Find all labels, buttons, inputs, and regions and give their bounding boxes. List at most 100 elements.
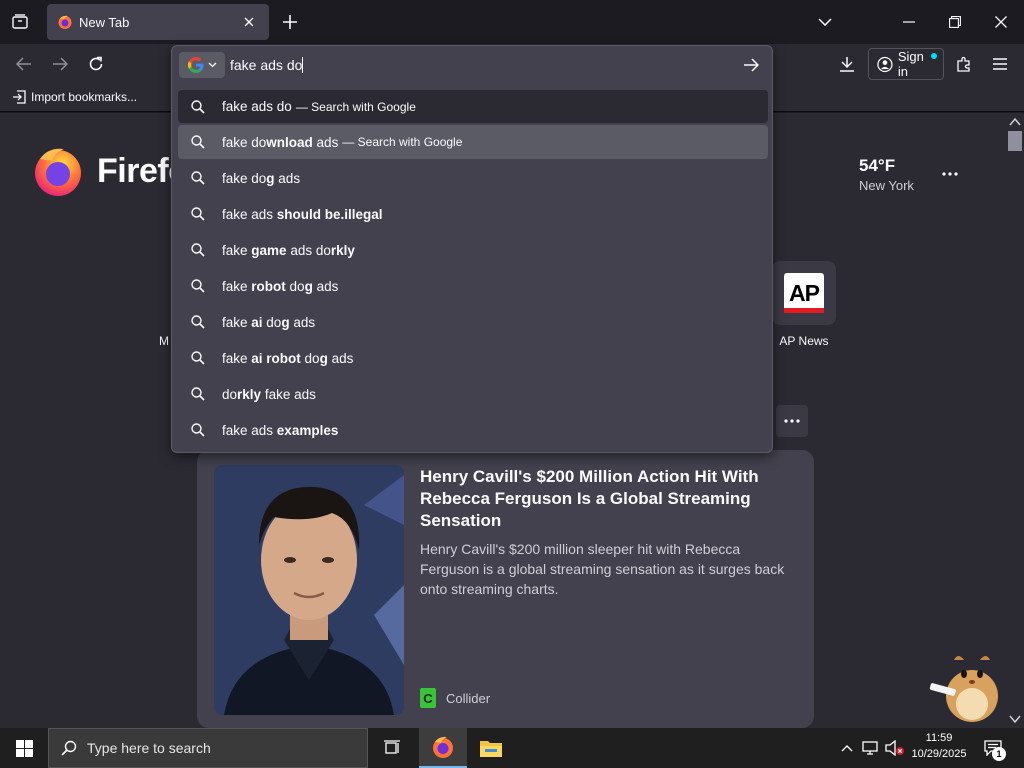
start-button[interactable] [0,728,48,768]
close-icon [995,16,1007,28]
restore-button[interactable] [932,6,978,38]
page-scrollbar[interactable] [1006,113,1024,728]
notification-dot [931,53,937,59]
shortcut-ap-news[interactable]: AP [772,261,836,325]
close-tab-button[interactable] [239,12,259,32]
story-excerpt: Henry Cavill's $200 million sleeper hit … [420,541,785,597]
search-icon [190,314,206,330]
search-engine-button[interactable] [179,52,225,78]
network-status-button[interactable] [860,728,882,768]
story-source: C Collider [420,688,490,708]
taskbar-firefox-button[interactable] [419,728,467,768]
back-arrow-icon [16,57,31,71]
urlbar-input[interactable]: fake ads do [230,57,304,73]
import-icon [13,90,26,104]
weather-menu-button[interactable] [938,162,962,186]
suggestion-item[interactable]: fake game ads dorkly [178,233,768,267]
suggestion-item[interactable]: fake robot dog ads [178,269,768,303]
folder-icon [480,741,502,757]
suggestion-text: fake ads should be.illegal [222,206,383,222]
search-icon [190,278,206,294]
collider-logo-icon: C [420,688,436,708]
plus-icon [283,15,297,29]
suggestion-item[interactable]: fake dog ads [178,161,768,195]
windows-taskbar: Type here to search 11:59 10/29/2025 1 [0,728,1024,768]
reload-button[interactable] [84,52,108,76]
suggestion-text: fake game ads dorkly [222,242,355,258]
suggestion-item[interactable]: fake ads do — Search with Google [178,90,768,123]
suggestion-item[interactable]: fake ai robot dog ads [178,341,768,375]
speaker-muted-icon [885,740,904,756]
sign-in-button[interactable]: Sign in [868,48,944,80]
taskbar-search-placeholder: Type here to search [87,740,211,756]
sign-in-label: Sign in [897,49,924,79]
search-icon [190,242,206,258]
hamster-sticker-icon [929,656,998,722]
urlbar-input-row[interactable]: fake ads do [172,46,772,84]
extensions-button[interactable] [952,52,976,76]
taskbar-search-box[interactable]: Type here to search [48,728,368,768]
tab-title: New Tab [79,14,130,30]
forward-arrow-icon [53,57,68,71]
ap-logo-bar [784,308,824,313]
suggestion-item[interactable]: dorkly fake ads [178,377,768,411]
tab-overflow-button[interactable] [802,6,848,38]
search-icon [190,170,206,186]
forward-button[interactable] [48,52,72,76]
hamburger-menu-icon [993,58,1007,70]
suggestion-item[interactable]: fake ai dog ads [178,305,768,339]
tab-new-tab[interactable]: New Tab [47,4,269,40]
close-window-button[interactable] [978,6,1024,38]
search-icon [190,206,206,222]
import-bookmarks-button[interactable]: Import bookmarks... [12,90,137,104]
firefox-icon [433,736,453,758]
show-hidden-icons-button[interactable] [838,728,856,768]
google-icon [187,57,204,73]
scrollbar-thumb[interactable] [1008,131,1022,151]
volume-button[interactable] [884,728,906,768]
search-icon [190,134,206,150]
windows-logo-icon [15,739,33,757]
action-center-button[interactable]: 1 [978,728,1008,768]
weather-widget[interactable]: 54°F New York [859,156,914,193]
suggestion-text: fake robot dog ads [222,278,339,294]
notification-count: 1 [992,747,1006,761]
go-button[interactable] [740,54,762,76]
story-headline[interactable]: Henry Cavill's $200 Million Action Hit W… [420,466,780,532]
minimize-button[interactable] [886,6,932,38]
suggestion-text: fake ai robot dog ads [222,350,354,366]
suggestion-item[interactable]: fake download ads — Search with Google [178,125,768,159]
minimize-icon [903,21,915,23]
suggestion-text: fake download ads [222,134,339,150]
weather-city: New York [859,178,914,193]
suggestion-text: fake ads examples [222,422,339,438]
scroll-down-icon[interactable] [1009,713,1021,725]
scroll-up-icon[interactable] [1009,116,1021,128]
new-tab-button[interactable] [278,10,302,34]
story-thumbnail [214,465,404,715]
suggestion-text: dorkly fake ads [222,386,316,402]
suggestion-item[interactable]: fake ads should be.illegal [178,197,768,231]
story-menu-button[interactable] [776,405,808,437]
app-menu-button[interactable] [988,52,1012,76]
network-icon [862,741,878,755]
search-icon [190,422,206,438]
more-horizontal-icon [784,419,800,423]
shortcut-ap-news-label: AP News [779,334,829,348]
chevron-down-icon [208,62,216,68]
search-icon [61,740,77,756]
back-button[interactable] [12,52,36,76]
tab-manager-icon [12,14,28,29]
downloads-button[interactable] [835,52,859,76]
task-view-button[interactable] [368,728,416,768]
shortcut-partial-label: M [159,334,169,348]
taskbar-file-explorer-button[interactable] [467,728,515,768]
story-card[interactable]: Henry Cavill's $200 Million Action Hit W… [197,450,814,728]
suggestion-text: fake ai dog ads [222,314,316,330]
reload-icon [89,56,103,71]
taskbar-clock[interactable]: 11:59 10/29/2025 [906,730,972,762]
chevron-down-icon [818,18,832,26]
suggestion-item[interactable]: fake ads examples [178,413,768,447]
arrow-right-icon [744,58,759,72]
list-all-tabs-button[interactable] [8,10,32,34]
